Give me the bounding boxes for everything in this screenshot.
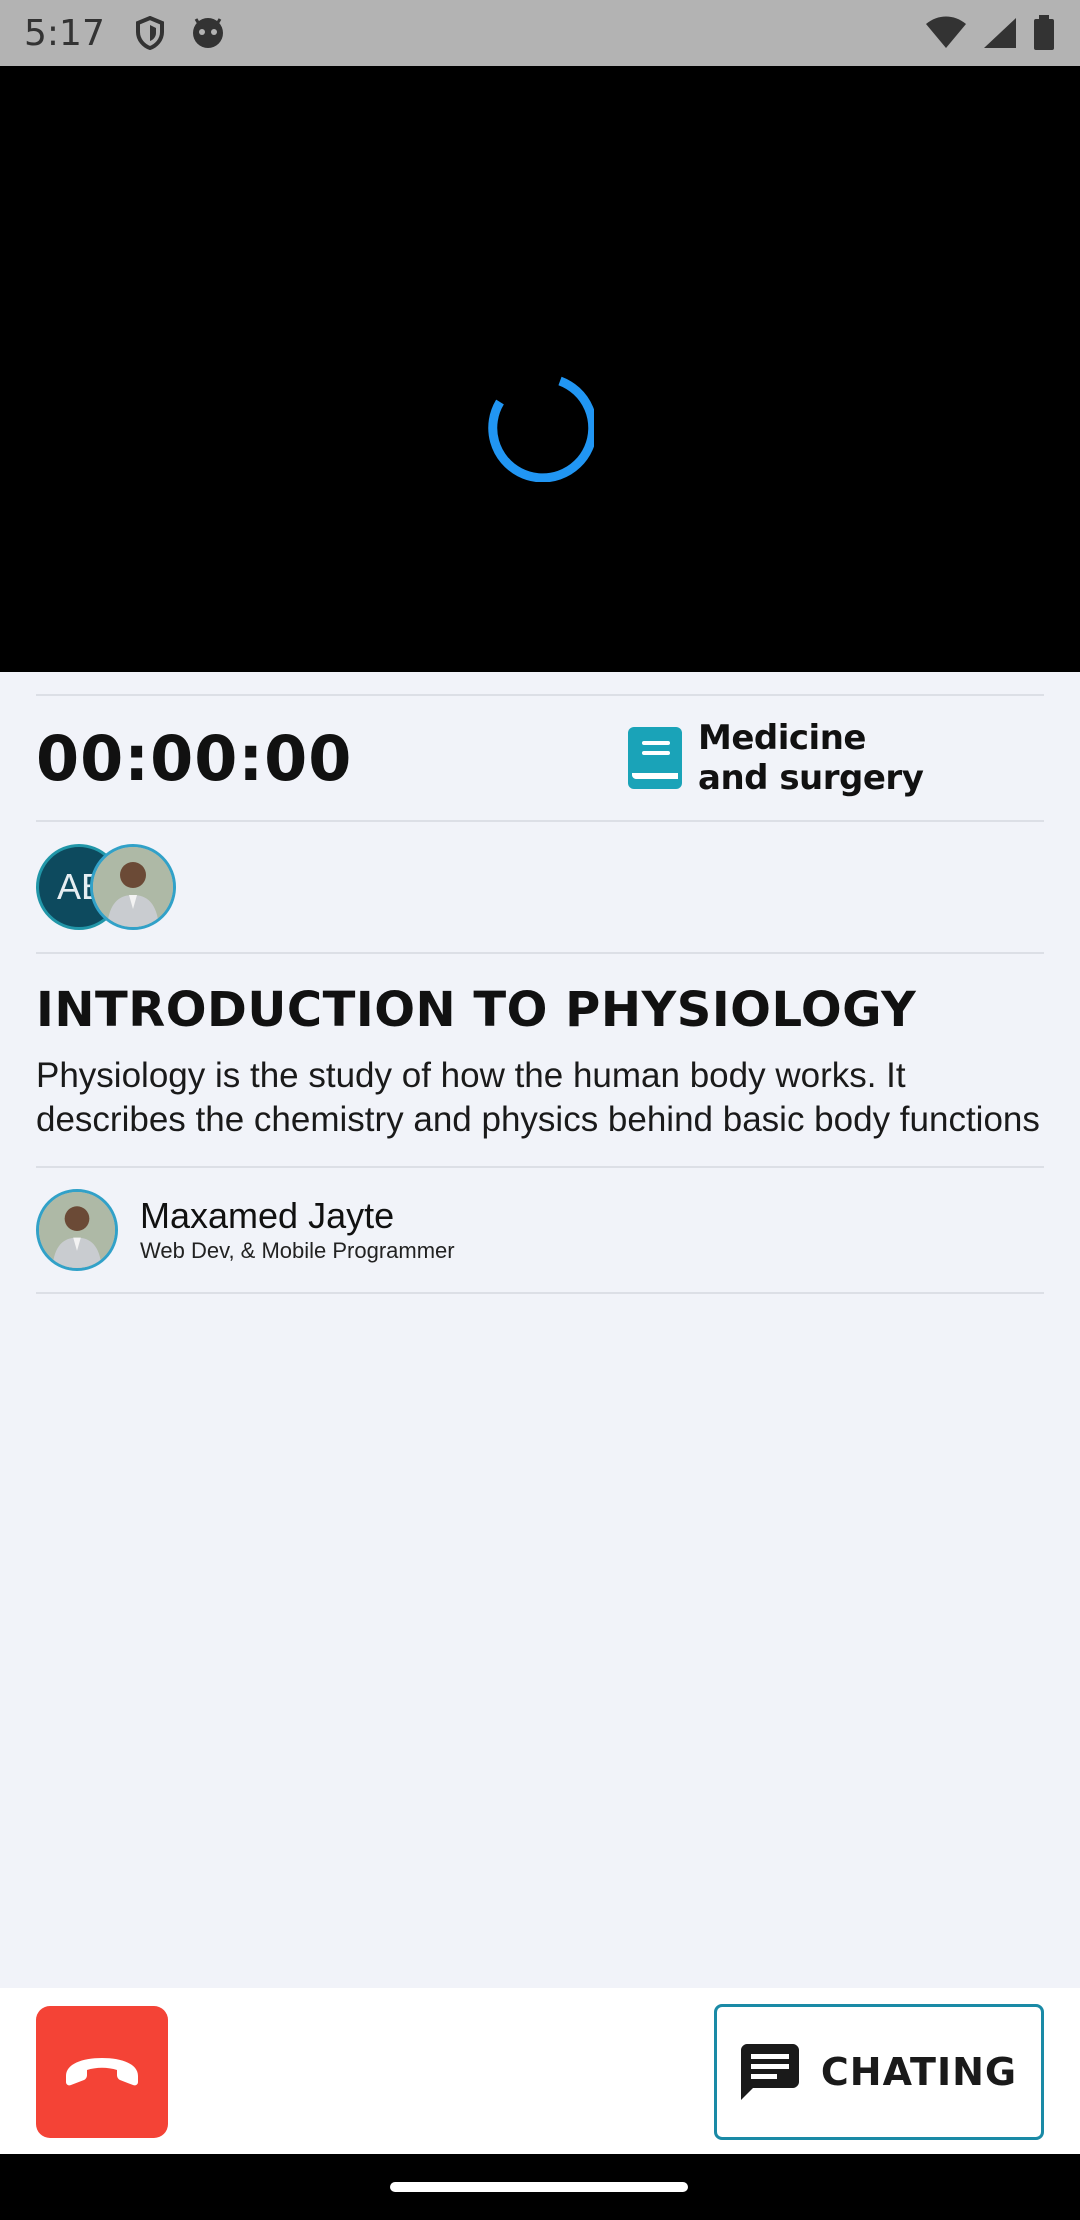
status-left-icons — [135, 16, 225, 50]
instructor-row[interactable]: Maxamed Jayte Web Dev, & Mobile Programm… — [36, 1168, 1044, 1292]
chat-icon — [740, 2044, 799, 2100]
person-avatar-icon — [39, 1192, 115, 1268]
participants-row[interactable]: AB — [36, 822, 1044, 952]
lesson-details: INTRODUCTION TO PHYSIOLOGY Physiology is… — [36, 954, 1044, 1166]
chat-button-label: CHATING — [820, 2050, 1018, 2094]
shield-icon — [135, 16, 164, 50]
wifi-icon — [926, 16, 966, 48]
android-face-icon — [192, 18, 223, 48]
session-content: 00:00:00 Medicine and surgery AB INTRODU… — [36, 672, 1044, 1294]
status-time: 5:17 — [24, 12, 105, 54]
home-indicator[interactable] — [390, 2182, 688, 2192]
divider — [36, 1292, 1044, 1294]
video-player[interactable] — [0, 66, 1080, 672]
battery-icon — [1034, 15, 1054, 50]
instructor-avatar — [36, 1189, 118, 1271]
session-timer: 00:00:00 — [36, 721, 353, 795]
lesson-description: Physiology is the study of how the human… — [36, 1056, 1040, 1139]
phone-hangup-icon — [66, 2058, 138, 2086]
signal-icon — [984, 18, 1016, 48]
chat-button[interactable]: CHATING — [714, 2004, 1044, 2140]
status-right-icons — [924, 15, 1056, 51]
status-bar: 5:17 — [0, 0, 1080, 66]
loading-spinner-icon — [488, 376, 594, 482]
session-info-row: 00:00:00 Medicine and surgery — [36, 696, 1044, 820]
book-icon — [628, 727, 682, 789]
participant-avatars[interactable]: AB — [36, 842, 186, 932]
instructor-info: Maxamed Jayte Web Dev, & Mobile Programm… — [140, 1195, 455, 1265]
system-nav-bar — [0, 2154, 1080, 2220]
end-call-button[interactable] — [36, 2006, 168, 2138]
subject-tag: Medicine and surgery — [628, 718, 1044, 798]
instructor-role: Web Dev, & Mobile Programmer — [140, 1238, 455, 1263]
instructor-name: Maxamed Jayte — [140, 1195, 395, 1236]
person-avatar-icon — [93, 847, 173, 927]
bottom-action-bar: CHATING — [0, 1988, 1080, 2154]
subject-label: Medicine and surgery — [698, 718, 924, 798]
avatar — [90, 844, 176, 930]
lesson-title: INTRODUCTION TO PHYSIOLOGY — [36, 982, 917, 1038]
